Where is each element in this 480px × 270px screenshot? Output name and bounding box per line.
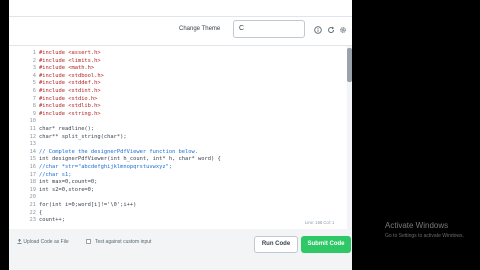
run-code-button[interactable]: Run Code xyxy=(254,236,298,253)
reset-icon[interactable] xyxy=(327,26,335,34)
upload-code-link[interactable]: Upload Code as File xyxy=(17,238,69,245)
language-select[interactable]: C xyxy=(233,20,305,38)
cursor-status: Line: 168 Col: 1 xyxy=(305,220,335,225)
top-strip xyxy=(9,0,352,17)
scrollbar-thumb[interactable] xyxy=(347,48,352,82)
line-code: count++; xyxy=(39,217,65,224)
code-line: 23 count++; xyxy=(9,216,344,224)
custom-input-checkbox[interactable] xyxy=(86,239,91,244)
code-editor[interactable]: 1 #include <assert.h> 2 #include <limits.h>… xyxy=(9,45,352,230)
upload-icon xyxy=(17,238,22,244)
upload-label: Upload Code as File xyxy=(23,239,69,245)
language-value: C xyxy=(239,25,245,32)
custom-input-label: Test against custom input xyxy=(95,239,152,245)
editor-toolbar: Change Theme C xyxy=(9,17,352,45)
hackerrank-panel: Change Theme C 1 #include <assert.h> 2 #inc… xyxy=(9,0,352,270)
activate-windows-title: Activate Windows xyxy=(385,221,449,230)
editor-scrollbar[interactable] xyxy=(347,46,352,229)
change-theme-link[interactable]: Change Theme xyxy=(179,26,220,32)
settings-icon[interactable] xyxy=(339,26,347,34)
submit-code-button[interactable]: Submit Code xyxy=(301,236,351,253)
line-number: 23 xyxy=(29,217,37,224)
info-icon[interactable] xyxy=(314,26,322,34)
editor-footer: Upload Code as File Test against custom … xyxy=(9,229,352,270)
activate-windows-subtitle: Go to Settings to activate Windows. xyxy=(385,233,464,239)
